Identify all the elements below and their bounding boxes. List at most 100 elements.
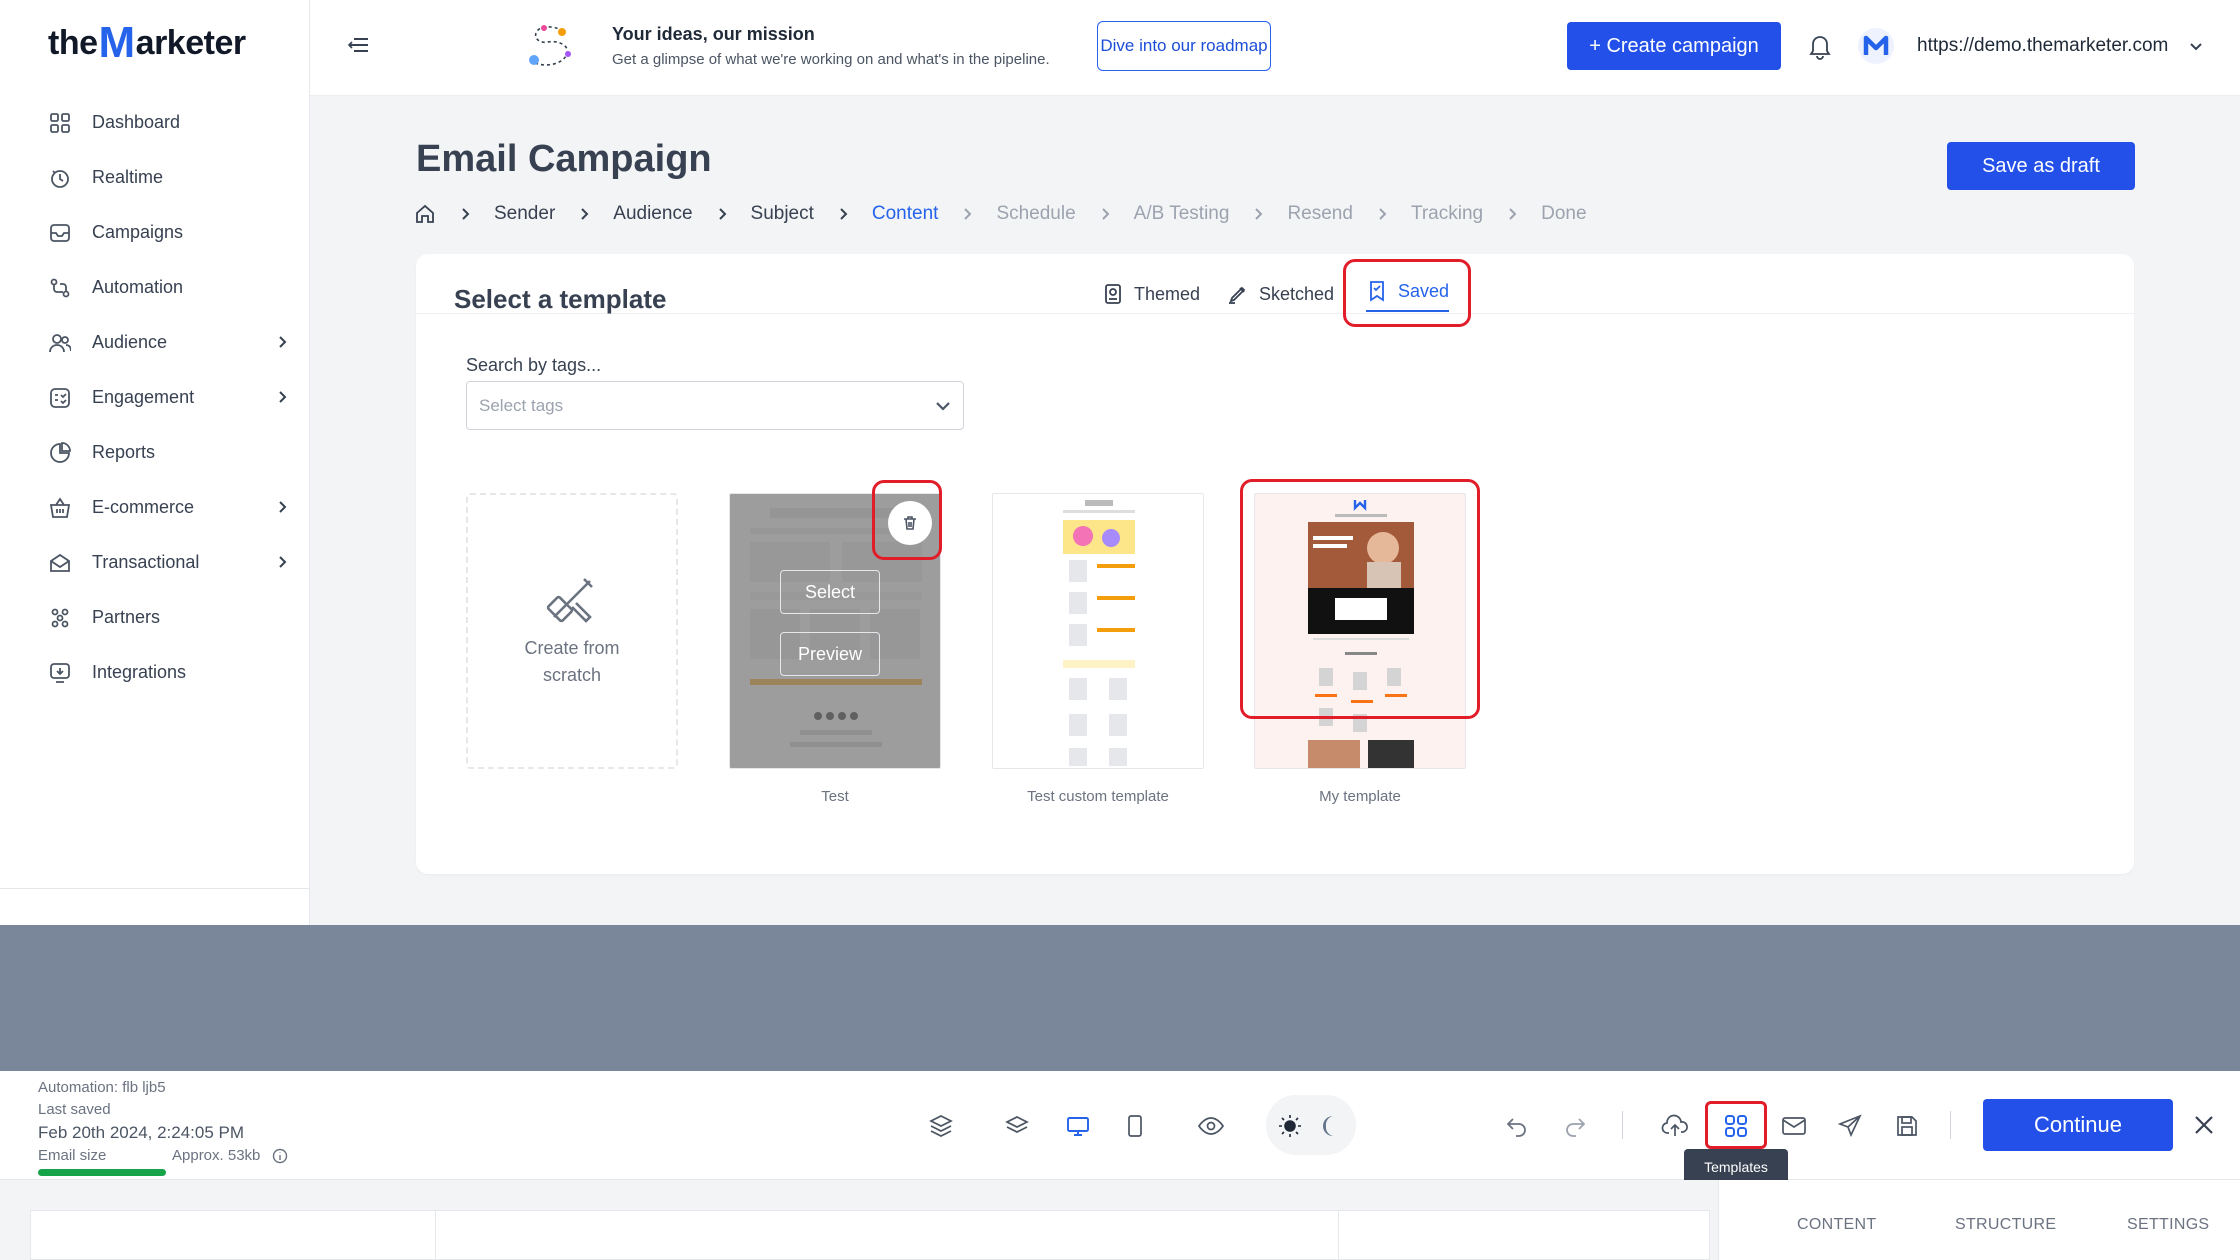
mobile-view-icon[interactable] (1120, 1111, 1150, 1141)
breadcrumb-subject[interactable]: Subject (751, 203, 814, 225)
scratch-label-line-2: scratch (542, 665, 602, 685)
desktop-view-icon[interactable] (1063, 1111, 1093, 1141)
continue-button[interactable]: Continue (1983, 1099, 2173, 1151)
sidebar-item-reports[interactable]: Reports (0, 425, 310, 480)
select-template-button[interactable]: Select (780, 570, 880, 614)
save-as-draft-button[interactable]: Save as draft (1947, 142, 2135, 190)
template-name-test-custom: Test custom template (1027, 788, 1169, 805)
logo-text-pre: the (48, 23, 98, 62)
collapse-menu-icon[interactable] (346, 32, 372, 58)
email-size-bar (38, 1169, 166, 1176)
template-preview-image (1255, 494, 1465, 768)
email-icon[interactable] (1779, 1111, 1809, 1141)
tab-settings[interactable]: SETTINGS (2127, 1216, 2209, 1234)
chevron-right-icon (279, 501, 287, 513)
breadcrumb-done: Done (1541, 203, 1587, 224)
tab-structure[interactable]: STRUCTURE (1955, 1216, 2056, 1234)
grid-icon (48, 111, 72, 135)
template-thumbnail-my-template[interactable] (1254, 493, 1466, 769)
toolbar-divider (1622, 1111, 1623, 1139)
chevron-right-icon (462, 208, 470, 220)
breadcrumb: Sender Audience Subject Content Schedule… (414, 200, 1587, 228)
template-thumbnail-test[interactable]: Select Preview (729, 493, 941, 769)
breadcrumb-audience[interactable]: Audience (613, 203, 692, 225)
chevron-right-icon (964, 208, 972, 220)
tab-saved[interactable]: Saved (1366, 276, 1450, 312)
sidebar-footer (0, 888, 310, 925)
tab-sketched[interactable]: Sketched (1227, 276, 1334, 312)
preview-template-button[interactable]: Preview (780, 632, 880, 676)
sidebar-item-realtime[interactable]: Realtime (0, 150, 310, 205)
brand-logo[interactable]: the Marketer (48, 18, 246, 68)
account-logo-icon[interactable] (1858, 28, 1894, 64)
chevron-right-icon (279, 556, 287, 568)
sidebar-item-audience[interactable]: Audience (0, 315, 310, 370)
redo-icon[interactable] (1560, 1111, 1590, 1141)
sidebar-item-label: Automation (92, 277, 184, 297)
undo-icon[interactable] (1502, 1111, 1532, 1141)
tab-content[interactable]: CONTENT (1797, 1216, 1876, 1234)
sidebar-item-dashboard[interactable]: Dashboard (0, 95, 310, 150)
scratch-label-line-1: Create from (524, 638, 620, 658)
create-campaign-button[interactable]: + Create campaign (1567, 22, 1781, 70)
upload-cloud-icon[interactable] (1660, 1111, 1690, 1141)
top-header: Your ideas, our mission Get a glimpse of… (310, 0, 2240, 96)
realtime-icon (48, 166, 72, 190)
layers-stack-icon[interactable] (926, 1111, 956, 1141)
chevron-right-icon (1255, 208, 1263, 220)
preview-eye-icon[interactable] (1196, 1111, 1226, 1141)
breadcrumb-content[interactable]: Content (872, 203, 939, 225)
editor-canvas[interactable] (30, 1210, 1710, 1260)
sidebar-item-label: Campaigns (92, 222, 184, 242)
mission-subtitle: Get a glimpse of what we're working on a… (612, 51, 1050, 68)
templates-icon[interactable] (1721, 1111, 1751, 1141)
chevron-right-icon (1379, 208, 1387, 220)
tags-select[interactable]: Select tags (466, 381, 964, 430)
create-from-scratch-tile[interactable]: Create from scratch (466, 493, 678, 769)
sun-icon[interactable] (1275, 1111, 1305, 1141)
tab-themed[interactable]: Themed (1102, 276, 1200, 312)
sidebar: the Marketer Dashboard Realtime Campaigns… (0, 0, 310, 925)
sidebar-item-label: Dashboard (92, 112, 181, 132)
tags-select-placeholder: Select tags (479, 395, 564, 415)
template-preview-image (993, 494, 1203, 768)
themed-icon (1105, 284, 1121, 304)
sidebar-item-integrations[interactable]: Integrations (0, 645, 310, 700)
partners-icon (48, 606, 72, 630)
save-icon[interactable] (1892, 1111, 1922, 1141)
chevron-down-icon[interactable] (2186, 37, 2206, 57)
integrations-icon (48, 661, 72, 685)
page-title: Email Campaign (416, 138, 712, 180)
sidebar-item-partners[interactable]: Partners (0, 590, 310, 645)
email-size-label: Email size (38, 1147, 107, 1164)
home-icon[interactable] (414, 203, 436, 225)
mission-title: Your ideas, our mission (612, 24, 815, 44)
sidebar-item-transactional[interactable]: Transactional (0, 535, 310, 590)
breadcrumb-schedule: Schedule (996, 203, 1076, 224)
template-thumbnail-test-custom[interactable] (992, 493, 1204, 769)
sidebar-item-label: Reports (92, 442, 156, 462)
breadcrumb-sender[interactable]: Sender (494, 203, 555, 225)
design-tools-icon (546, 578, 593, 623)
bell-icon[interactable] (1807, 32, 1833, 60)
chevron-right-icon (581, 208, 589, 220)
editor-column (435, 1211, 1339, 1260)
moon-icon[interactable] (1314, 1111, 1344, 1141)
close-icon[interactable] (2192, 1113, 2216, 1137)
chevron-right-icon (279, 336, 287, 348)
sidebar-item-engagement[interactable]: Engagement (0, 370, 310, 425)
account-url[interactable]: https://demo.themarketer.com (1917, 35, 2168, 57)
layers-icon[interactable] (1002, 1111, 1032, 1141)
info-icon[interactable] (272, 1148, 288, 1164)
sidebar-item-automation[interactable]: Automation (0, 260, 310, 315)
chevron-right-icon (1509, 208, 1517, 220)
delete-template-button[interactable] (888, 501, 932, 545)
roadmap-button[interactable]: Dive into our roadmap (1097, 21, 1271, 71)
template-card: Select a template Themed Sketched Saved … (416, 254, 2134, 874)
sidebar-item-campaigns[interactable]: Campaigns (0, 205, 310, 260)
reports-icon (48, 441, 72, 465)
breadcrumb-ab-testing: A/B Testing (1133, 203, 1230, 224)
sidebar-item-ecommerce[interactable]: E-commerce (0, 480, 310, 535)
send-icon[interactable] (1835, 1111, 1865, 1141)
sidebar-nav: Dashboard Realtime Campaigns Automation … (0, 95, 310, 700)
